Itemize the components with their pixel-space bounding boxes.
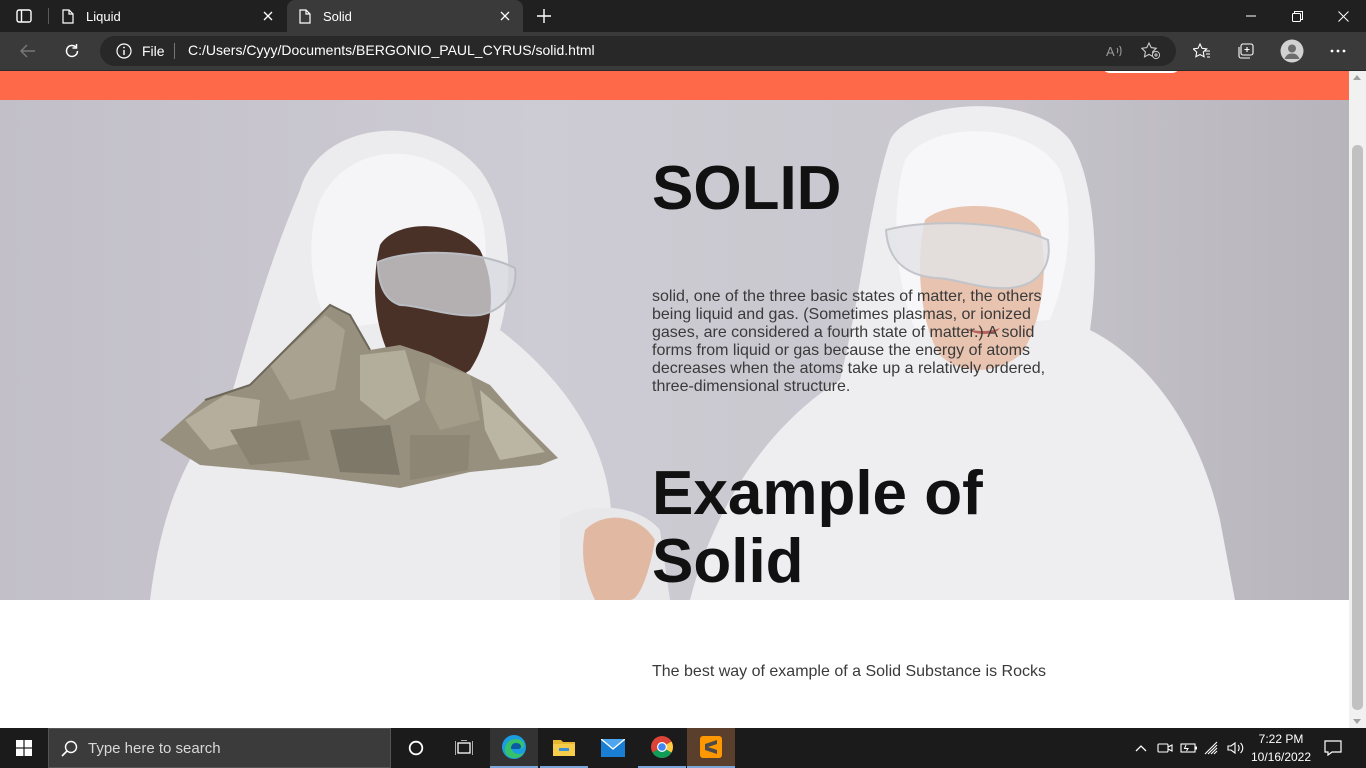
example-heading: Example of Solid — [652, 459, 983, 596]
speaker-icon — [1227, 741, 1244, 755]
battery-icon — [1180, 743, 1197, 753]
tab-actions-icon — [16, 9, 32, 23]
notification-icon — [1324, 740, 1342, 756]
scrollbar-thumb[interactable] — [1352, 145, 1363, 710]
minimize-icon — [1246, 15, 1256, 17]
solid-description: solid, one of the three basic states of … — [652, 288, 1046, 395]
address-divider — [174, 43, 175, 59]
sublime-icon — [700, 736, 722, 758]
hero-section: SOLID solid, one of the three basic stat… — [0, 100, 1349, 600]
task-view-icon — [455, 740, 473, 755]
wifi-icon — [1204, 741, 1218, 755]
site-nav-bar — [0, 71, 1349, 100]
svg-text:A: A — [1106, 44, 1115, 58]
cortana-button[interactable] — [392, 728, 440, 768]
file-explorer-button[interactable] — [540, 728, 588, 768]
tab-solid[interactable]: Solid — [287, 0, 523, 32]
folder-icon — [553, 740, 575, 756]
mail-icon — [601, 739, 625, 757]
close-window-button[interactable] — [1320, 0, 1366, 32]
plus-icon — [537, 9, 551, 23]
mail-button[interactable] — [589, 728, 637, 768]
search-icon — [61, 740, 78, 757]
settings-menu-button[interactable] — [1322, 37, 1354, 65]
minimize-button[interactable] — [1228, 0, 1274, 32]
notifications-button[interactable] — [1320, 728, 1346, 768]
page-title: SOLID — [652, 154, 842, 223]
add-favorite-icon[interactable] — [1140, 41, 1162, 61]
clock-time: 7:22 PM — [1258, 732, 1304, 746]
back-button[interactable] — [12, 37, 44, 65]
taskbar-search-box[interactable]: Type here to search — [48, 728, 391, 768]
browser-toolbar: File C:/Users/Cyyy/Documents/BERGONIO_PA… — [0, 32, 1366, 71]
document-icon — [60, 8, 76, 24]
scroll-down-arrow-icon[interactable] — [1353, 719, 1361, 724]
favorites-icon — [1193, 43, 1210, 58]
close-tab-icon[interactable] — [256, 4, 280, 28]
avatar-icon — [1280, 39, 1304, 63]
meet-now-button[interactable] — [1155, 728, 1175, 768]
new-tab-button[interactable] — [532, 4, 556, 28]
edge-taskbar-button[interactable] — [490, 728, 538, 768]
cortana-icon — [408, 740, 424, 756]
battery-button[interactable] — [1179, 728, 1199, 768]
info-icon[interactable] — [116, 43, 132, 59]
page-viewport: SOLID solid, one of the three basic stat… — [0, 71, 1349, 728]
tab-liquid[interactable]: Liquid — [50, 0, 286, 32]
favorites-button[interactable] — [1186, 37, 1218, 65]
example-text: The best way of example of a Solid Subst… — [652, 663, 1046, 680]
sublime-text-button[interactable] — [687, 728, 735, 768]
chevron-up-icon — [1135, 745, 1147, 752]
back-arrow-icon — [20, 44, 35, 58]
volume-button[interactable] — [1226, 728, 1246, 768]
camera-icon — [1157, 743, 1173, 753]
network-button[interactable] — [1203, 728, 1223, 768]
close-icon — [1337, 10, 1349, 22]
collections-button[interactable] — [1230, 37, 1262, 65]
tab-separator — [48, 8, 49, 24]
start-button[interactable] — [0, 728, 48, 768]
chrome-button[interactable] — [638, 728, 686, 768]
profile-button[interactable] — [1276, 37, 1308, 65]
refresh-button[interactable] — [56, 37, 88, 65]
taskbar-clock[interactable]: 7:22 PM 10/16/2022 — [1244, 730, 1318, 766]
nav-button[interactable] — [1102, 71, 1180, 73]
browser-tab-strip: Liquid Solid — [0, 0, 1366, 32]
address-bar[interactable]: File C:/Users/Cyyy/Documents/BERGONIO_PA… — [100, 36, 1176, 66]
page-scrollbar[interactable] — [1349, 71, 1366, 728]
more-icon — [1330, 49, 1346, 53]
search-placeholder: Type here to search — [88, 740, 221, 757]
collections-icon — [1238, 43, 1254, 59]
site-info-label[interactable]: File — [142, 43, 165, 59]
edge-icon — [502, 735, 526, 759]
show-hidden-icons-button[interactable] — [1132, 728, 1150, 768]
task-view-button[interactable] — [440, 728, 488, 768]
tab-title: Liquid — [86, 8, 121, 24]
tab-actions-button[interactable] — [6, 4, 42, 28]
windows-logo-icon — [16, 740, 32, 756]
restore-icon — [1291, 10, 1303, 22]
restore-button[interactable] — [1274, 0, 1320, 32]
document-icon — [297, 8, 313, 24]
url-text[interactable]: C:/Users/Cyyy/Documents/BERGONIO_PAUL_CY… — [188, 42, 595, 58]
clock-date: 10/16/2022 — [1250, 750, 1312, 764]
refresh-icon — [65, 44, 79, 58]
read-aloud-icon[interactable]: A — [1104, 41, 1126, 61]
windows-taskbar: Type here to search 7:22 PM 10/16/2022 — [0, 728, 1366, 768]
tab-title: Solid — [323, 8, 352, 24]
chrome-icon — [651, 736, 673, 758]
scroll-up-arrow-icon[interactable] — [1353, 75, 1361, 80]
close-tab-icon[interactable] — [493, 4, 517, 28]
